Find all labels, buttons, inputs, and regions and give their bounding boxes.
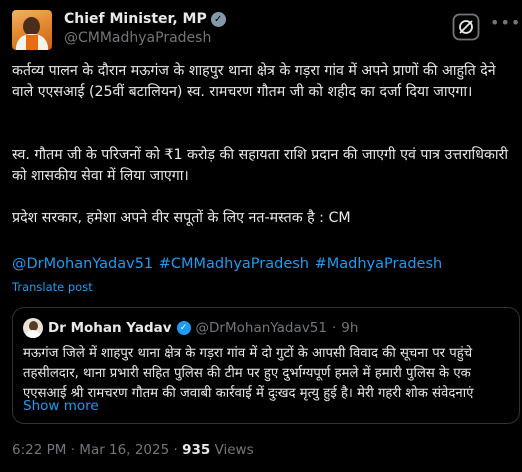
- views-label: Views: [214, 442, 254, 458]
- author-display-name[interactable]: Chief Minister, MP ✓: [64, 11, 226, 27]
- tweet-meta: 6:22 PM · Mar 16, 2025 · 935 Views: [12, 442, 254, 458]
- blue-check-icon: ✓: [176, 321, 191, 335]
- author-display-name-text[interactable]: Chief Minister, MP: [64, 11, 207, 27]
- tweet-header: Chief Minister, MP ✓ @CMMadhyaPradesh ••…: [12, 10, 520, 50]
- meta-separator: ·: [173, 442, 178, 458]
- meta-separator: ·: [70, 442, 75, 458]
- quoted-author-handle: @DrMohanYadav51: [195, 320, 327, 336]
- show-more-link[interactable]: Show more: [23, 398, 99, 414]
- more-options-icon[interactable]: •••: [490, 12, 520, 40]
- author-avatar[interactable]: [12, 10, 52, 50]
- tweet-paragraph: कर्तव्य पालन के दौरान मऊगंज के शाहपुर था…: [12, 63, 496, 100]
- quoted-author-avatar: [23, 318, 43, 338]
- grok-icon[interactable]: [452, 13, 480, 41]
- hashtag-links[interactable]: @DrMohanYadav51 #CMMadhyaPradesh #Madhya…: [12, 256, 442, 272]
- quoted-author-name: Dr Mohan Yadav: [48, 320, 172, 336]
- author-handle[interactable]: @CMMadhyaPradesh: [64, 30, 226, 46]
- tweet-date[interactable]: Mar 16, 2025: [79, 442, 169, 458]
- quoted-tweet-header: Dr Mohan Yadav ✓ @DrMohanYadav51 · 9h: [23, 318, 358, 338]
- author-names: Chief Minister, MP ✓ @CMMadhyaPradesh: [64, 11, 226, 46]
- quoted-tweet[interactable]: Dr Mohan Yadav ✓ @DrMohanYadav51 · 9h मऊ…: [12, 307, 520, 424]
- quoted-time: 9h: [341, 320, 359, 336]
- tweet-detail: Chief Minister, MP ✓ @CMMadhyaPradesh ••…: [0, 0, 522, 472]
- tweet-paragraph: प्रदेश सरकार, हमेशा अपने वीर सपूतों के ल…: [12, 210, 351, 226]
- tweet-paragraph: स्व. गौतम जी के परिजनों को ₹1 करोड़ की स…: [12, 147, 509, 184]
- tweet-time[interactable]: 6:22 PM: [12, 442, 66, 458]
- translate-post-link[interactable]: Translate post: [12, 280, 93, 294]
- grey-check-icon: ✓: [210, 11, 226, 27]
- views-count: 935: [182, 442, 211, 458]
- quoted-separator: ·: [331, 320, 337, 336]
- quoted-tweet-text: मऊगंज जिले में शाहपुर थाना क्षेत्र के गड…: [23, 346, 474, 401]
